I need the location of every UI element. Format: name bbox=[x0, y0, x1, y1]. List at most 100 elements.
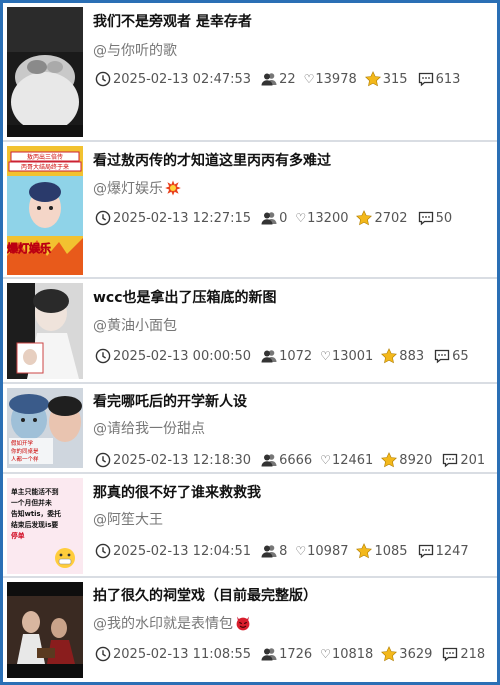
user-count: 6666 bbox=[261, 452, 312, 468]
users-icon bbox=[261, 454, 277, 467]
star-icon bbox=[381, 452, 398, 468]
like-count: ♡ 13001 bbox=[320, 348, 374, 364]
favorite-count: 8920 bbox=[381, 452, 432, 468]
comment-count: 65 bbox=[434, 348, 469, 364]
comment-count: 218 bbox=[442, 646, 485, 662]
author-name[interactable]: @请给我一份甜点 bbox=[93, 418, 205, 438]
favorite-count: 883 bbox=[381, 348, 424, 364]
thumbnail-caption: 爆灯娱乐 bbox=[7, 241, 51, 255]
publish-time: 2025-02-13 02:47:53 bbox=[95, 71, 251, 87]
users-icon bbox=[261, 350, 277, 363]
comment-icon bbox=[418, 72, 433, 87]
video-thumbnail[interactable] bbox=[7, 582, 83, 678]
heart-icon: ♡ bbox=[320, 647, 331, 661]
video-title[interactable]: 拍了很久的祠堂戏（目前最完整版） bbox=[93, 585, 317, 605]
comment-count: 613 bbox=[418, 71, 460, 87]
thumbnail-caption: 结束后发现is要 bbox=[11, 520, 58, 529]
video-stats: 2025-02-13 12:18:30 6666 ♡ 12461 8920 20… bbox=[95, 452, 495, 468]
publish-time: 2025-02-13 12:18:30 bbox=[95, 452, 251, 468]
user-count: 1726 bbox=[261, 646, 312, 662]
video-thumbnail[interactable] bbox=[7, 283, 83, 379]
video-stats: 2025-02-13 12:27:15 0 ♡ 13200 2702 50 bbox=[95, 210, 462, 226]
comment-icon bbox=[418, 544, 433, 559]
star-icon bbox=[381, 348, 398, 364]
author-name[interactable]: @阿笙大王 bbox=[93, 509, 163, 529]
list-item[interactable]: 我们不是旁观者 是幸存者 @与你听的歌 2025-02-13 02:47:53 … bbox=[3, 3, 497, 140]
thumbnail-caption: 敖丙出三倍传 bbox=[27, 153, 63, 161]
clock-icon bbox=[95, 210, 111, 226]
user-count: 1072 bbox=[261, 348, 312, 364]
video-stats: 2025-02-13 11:08:55 1726 ♡ 10818 3629 21… bbox=[95, 646, 495, 662]
like-count: ♡ 13200 bbox=[295, 210, 349, 226]
list-item[interactable]: wcc也是拿出了压箱底的新图 @黄油小面包 2025-02-13 00:00:5… bbox=[3, 279, 497, 382]
author-name[interactable]: @爆灯娱乐 bbox=[93, 178, 181, 198]
author-name[interactable]: @黄油小面包 bbox=[93, 315, 177, 335]
star-icon bbox=[356, 543, 373, 559]
list-item[interactable]: 假如开学 你的同桌是 人都一个样 看完哪吒后的开学新人设 @请给我一份甜点 20… bbox=[3, 384, 497, 472]
heart-icon: ♡ bbox=[303, 72, 315, 86]
favorite-count: 2702 bbox=[356, 210, 408, 226]
author-name[interactable]: @与你听的歌 bbox=[93, 40, 177, 60]
clock-icon bbox=[95, 646, 111, 662]
video-title[interactable]: 那真的很不好了谁来救救我 bbox=[93, 482, 261, 502]
thumbnail-caption: 你的同桌是 bbox=[11, 447, 39, 455]
thumbnail-caption: 单主只能活不到 bbox=[11, 487, 59, 496]
like-count: ♡ 13978 bbox=[303, 71, 357, 87]
video-stats: 2025-02-13 12:04:51 8 ♡ 10987 1085 1247 bbox=[95, 543, 479, 559]
video-thumbnail[interactable]: 单主只能活不到 一个月但并未 告知wtis，委托 结束后发现is要 停单 bbox=[7, 478, 83, 574]
thumbnail-caption: 停单 bbox=[11, 531, 25, 540]
users-icon bbox=[261, 545, 277, 558]
publish-time: 2025-02-13 12:27:15 bbox=[95, 210, 251, 226]
thumbnail-caption: 一个月但并未 bbox=[11, 498, 52, 507]
star-icon bbox=[356, 210, 373, 226]
video-title[interactable]: wcc也是拿出了压箱底的新图 bbox=[93, 287, 277, 307]
collision-icon bbox=[165, 180, 181, 196]
user-count: 22 bbox=[261, 71, 296, 87]
heart-icon: ♡ bbox=[320, 453, 331, 467]
like-count: ♡ 10818 bbox=[320, 646, 374, 662]
comment-count: 201 bbox=[442, 452, 485, 468]
video-thumbnail[interactable]: 敖丙出三倍传 丙哥大结局终于来 爆灯娱乐 bbox=[7, 146, 83, 275]
clock-icon bbox=[95, 543, 111, 559]
publish-time: 2025-02-13 12:04:51 bbox=[95, 543, 251, 559]
comment-icon bbox=[443, 453, 458, 468]
heart-icon: ♡ bbox=[295, 211, 307, 225]
devil-icon bbox=[236, 616, 250, 631]
favorite-count: 3629 bbox=[381, 646, 432, 662]
video-title[interactable]: 看过敖丙传的才知道这里丙丙有多难过 bbox=[93, 150, 331, 170]
thumbnail-caption: 人都一个样 bbox=[11, 455, 39, 463]
publish-time: 2025-02-13 11:08:55 bbox=[95, 646, 251, 662]
video-title[interactable]: 看完哪吒后的开学新人设 bbox=[93, 391, 247, 411]
heart-icon: ♡ bbox=[320, 349, 331, 363]
favorite-count: 315 bbox=[364, 71, 408, 87]
users-icon bbox=[261, 73, 277, 86]
comment-icon bbox=[418, 211, 433, 226]
video-stats: 2025-02-13 02:47:53 22 ♡ 13978 315 613 bbox=[95, 71, 470, 87]
list-item[interactable]: 敖丙出三倍传 丙哥大结局终于来 爆灯娱乐 看过敖丙传的才知道这里丙丙有多难过 @… bbox=[3, 142, 497, 277]
video-thumbnail[interactable]: 假如开学 你的同桌是 人都一个样 bbox=[7, 388, 83, 468]
comment-count: 50 bbox=[418, 210, 452, 226]
video-thumbnail[interactable] bbox=[7, 7, 83, 137]
author-name[interactable]: @我的水印就是表情包 bbox=[93, 613, 251, 633]
list-item[interactable]: 拍了很久的祠堂戏（目前最完整版） @我的水印就是表情包 2025-02-13 1… bbox=[3, 578, 497, 682]
star-icon bbox=[364, 71, 381, 87]
like-count: ♡ 12461 bbox=[320, 452, 374, 468]
clock-icon bbox=[95, 348, 111, 364]
favorite-count: 1085 bbox=[356, 543, 408, 559]
video-stats: 2025-02-13 00:00:50 1072 ♡ 13001 883 65 bbox=[95, 348, 479, 364]
users-icon bbox=[261, 212, 277, 225]
star-icon bbox=[381, 646, 398, 662]
user-count: 8 bbox=[261, 543, 287, 559]
users-icon bbox=[261, 648, 277, 661]
video-title[interactable]: 我们不是旁观者 是幸存者 bbox=[93, 11, 252, 31]
heart-icon: ♡ bbox=[295, 544, 307, 558]
list-item[interactable]: 单主只能活不到 一个月但并未 告知wtis，委托 结束后发现is要 停单 那真的… bbox=[3, 474, 497, 576]
user-count: 0 bbox=[261, 210, 287, 226]
thumbnail-caption: 丙哥大结局终于来 bbox=[21, 163, 69, 171]
thumbnail-caption: 告知wtis，委托 bbox=[11, 509, 61, 518]
clock-icon bbox=[95, 71, 111, 87]
thumbnail-caption: 假如开学 bbox=[11, 439, 34, 447]
comment-icon bbox=[434, 349, 450, 364]
comment-icon bbox=[443, 647, 458, 662]
clock-icon bbox=[95, 452, 111, 468]
